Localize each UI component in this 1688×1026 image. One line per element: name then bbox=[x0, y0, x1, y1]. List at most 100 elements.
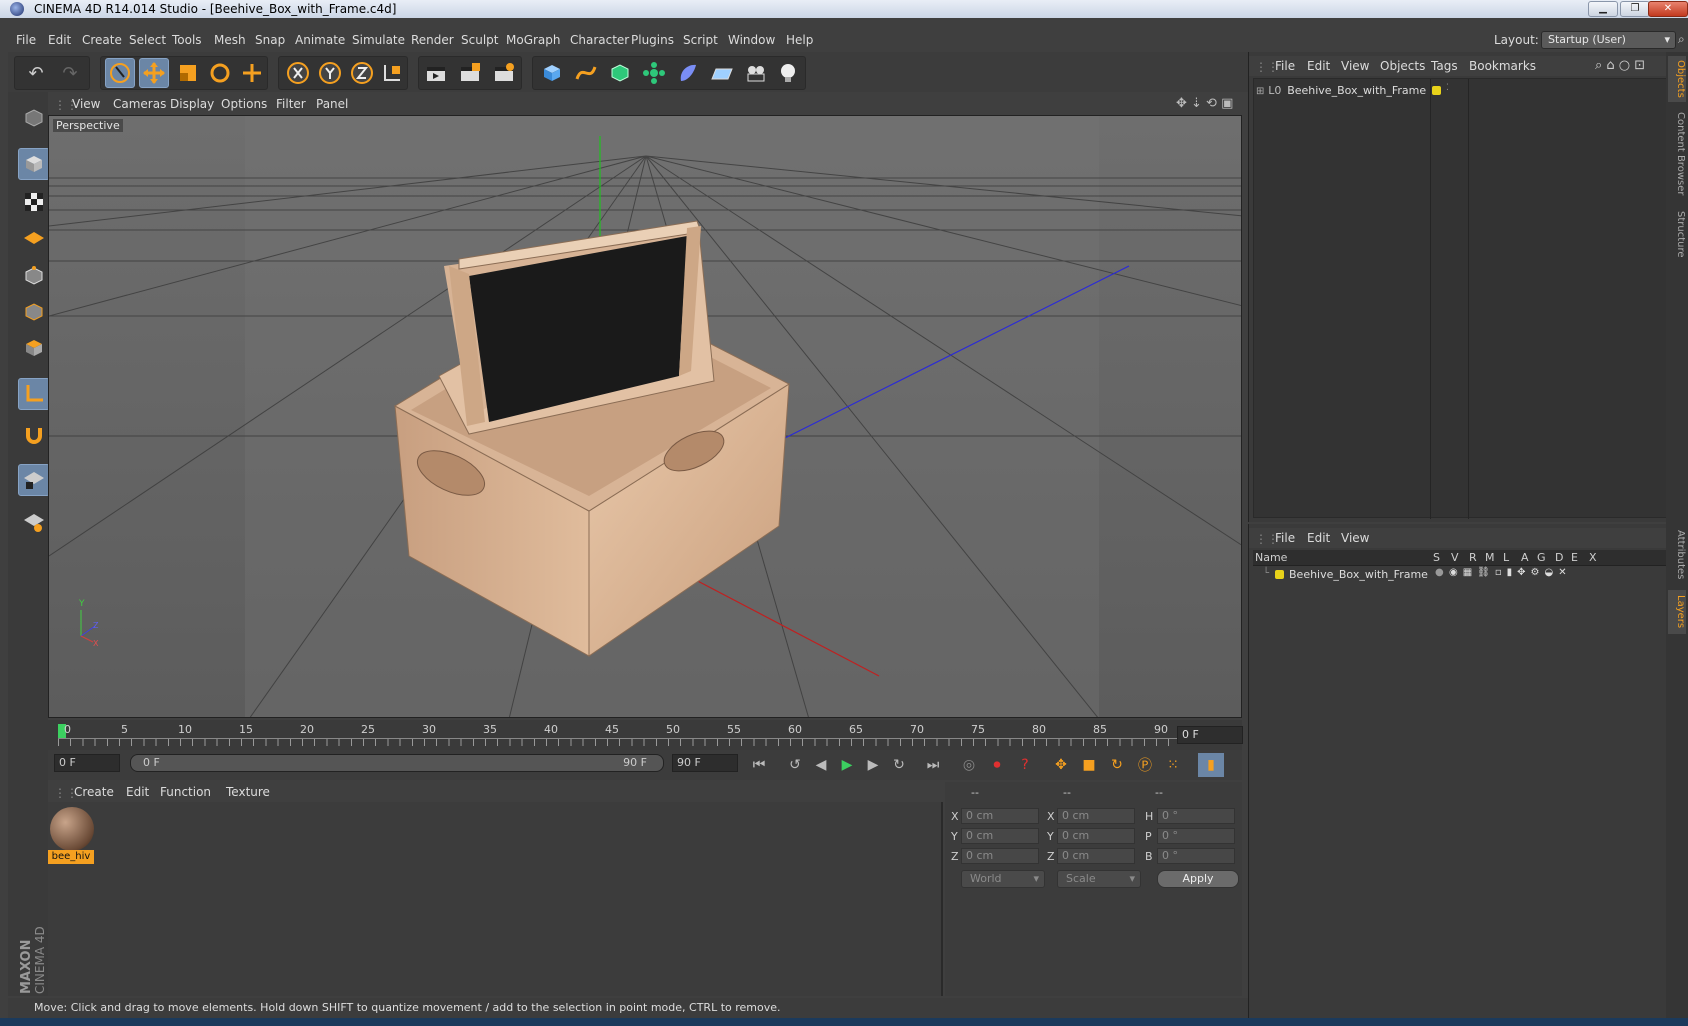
object-row[interactable]: ⊞ L0 Beehive_Box_with_Frame ⁚ bbox=[1256, 83, 1666, 99]
pos-y-field[interactable]: 0 cm bbox=[961, 828, 1039, 844]
material-menu-function[interactable]: Function bbox=[160, 785, 211, 799]
edges-mode-icon[interactable] bbox=[18, 296, 50, 328]
layers-menu-view[interactable]: View bbox=[1341, 531, 1369, 545]
objects-menu-bookmarks[interactable]: Bookmarks bbox=[1469, 59, 1536, 73]
menu-file[interactable]: File bbox=[16, 33, 36, 47]
size-mode-dropdown[interactable]: Scale ▾ bbox=[1057, 870, 1141, 888]
menu-edit[interactable]: Edit bbox=[48, 33, 71, 47]
floor-icon[interactable] bbox=[707, 58, 737, 88]
objects-menu-tags[interactable]: Tags bbox=[1431, 59, 1458, 73]
size-y-field[interactable]: 0 cm bbox=[1057, 828, 1135, 844]
points-mode-icon[interactable] bbox=[18, 260, 50, 292]
menu-select[interactable]: Select bbox=[129, 33, 166, 47]
current-frame-field[interactable]: 0 F bbox=[54, 754, 120, 772]
layers-menu-file[interactable]: File bbox=[1275, 531, 1295, 545]
tab-structure[interactable]: Structure bbox=[1668, 206, 1686, 262]
polygons-mode-icon[interactable] bbox=[18, 332, 50, 364]
expand-icon[interactable]: ⊞ bbox=[1256, 86, 1264, 97]
undo-icon[interactable]: ↶ bbox=[21, 58, 51, 88]
scale-tool-icon[interactable] bbox=[173, 58, 203, 88]
size-x-field[interactable]: 0 cm bbox=[1057, 808, 1135, 824]
menu-snap[interactable]: Snap bbox=[255, 33, 285, 47]
current-frame-indicator[interactable]: 0 F bbox=[1177, 726, 1243, 744]
object-name[interactable]: Beehive_Box_with_Frame bbox=[1287, 84, 1426, 97]
tab-objects[interactable]: Objects bbox=[1668, 56, 1686, 102]
menu-plugins[interactable]: Plugins bbox=[631, 33, 674, 47]
camera-icon[interactable] bbox=[741, 58, 771, 88]
layer-row[interactable]: └ Beehive_Box_with_Frame ● ◉▦⛓▫▮✥⚙◒✕ bbox=[1253, 567, 1667, 583]
apply-button[interactable]: Apply bbox=[1157, 870, 1239, 888]
col-solo[interactable]: S bbox=[1433, 551, 1440, 564]
solo-toggle-icon[interactable]: ● bbox=[1435, 567, 1444, 578]
deformer-icon[interactable] bbox=[673, 58, 703, 88]
search-icon[interactable]: ⌕ bbox=[1678, 32, 1685, 47]
light-icon[interactable] bbox=[773, 58, 803, 88]
viewport-nav-icons[interactable]: ✥ ⇣ ⟲ ▣ bbox=[1176, 96, 1233, 111]
spline-icon[interactable] bbox=[571, 58, 601, 88]
model-mode-icon[interactable] bbox=[18, 102, 50, 134]
redo-icon[interactable]: ↷ bbox=[55, 58, 85, 88]
material-name-label[interactable]: bee_hiv bbox=[48, 850, 94, 864]
end-frame-field[interactable]: 90 F bbox=[672, 754, 738, 772]
nurbs-icon[interactable] bbox=[605, 58, 635, 88]
go-to-end-icon[interactable]: ⏭ bbox=[920, 753, 946, 777]
tab-layers[interactable]: Layers bbox=[1668, 590, 1686, 634]
objects-menu-edit[interactable]: Edit bbox=[1307, 59, 1330, 73]
visibility-dots-icon[interactable]: ⁚ bbox=[1446, 83, 1449, 93]
tab-attributes[interactable]: Attributes bbox=[1668, 524, 1686, 586]
pos-z-field[interactable]: 0 cm bbox=[961, 848, 1039, 864]
tab-content-browser[interactable]: Content Browser bbox=[1668, 106, 1686, 202]
col-name[interactable]: Name bbox=[1255, 551, 1287, 564]
maximize-button[interactable]: ❐ bbox=[1620, 1, 1650, 17]
axis-mode-icon[interactable] bbox=[18, 378, 50, 410]
menu-mesh[interactable]: Mesh bbox=[214, 33, 246, 47]
object-mode-icon[interactable] bbox=[18, 148, 50, 180]
rot-h-field[interactable]: 0 ° bbox=[1157, 808, 1235, 824]
material-thumbnail[interactable] bbox=[50, 807, 94, 851]
menu-help[interactable]: Help bbox=[786, 33, 813, 47]
objects-menu-view[interactable]: View bbox=[1341, 59, 1369, 73]
3d-viewport[interactable]: Y Z X Perspective bbox=[48, 115, 1242, 718]
layer-toggle-icons[interactable]: ◉▦⛓▫▮✥⚙◒✕ bbox=[1449, 567, 1572, 578]
step-back-icon[interactable]: ◀ bbox=[808, 753, 834, 777]
viewport-menu-cameras[interactable]: Cameras bbox=[113, 97, 166, 111]
layer-name[interactable]: Beehive_Box_with_Frame bbox=[1289, 568, 1428, 581]
col-manager[interactable]: M bbox=[1485, 551, 1495, 564]
key-position-icon[interactable]: ✥ bbox=[1048, 753, 1074, 777]
key-rotation-icon[interactable]: ↻ bbox=[1104, 753, 1130, 777]
key-pla-icon[interactable]: ⁙ bbox=[1160, 753, 1186, 777]
rotate-tool-icon[interactable] bbox=[205, 58, 235, 88]
objects-search-home-icons[interactable]: ⌕ ⌂ ○ ⊡ bbox=[1595, 58, 1645, 73]
menu-mograph[interactable]: MoGraph bbox=[506, 33, 561, 47]
viewport-menu-panel[interactable]: Panel bbox=[316, 97, 348, 111]
menu-script[interactable]: Script bbox=[683, 33, 718, 47]
timeline-ruler[interactable]: 0 5 10 15 20 25 30 35 40 45 50 55 60 65 … bbox=[48, 720, 1242, 752]
snap-lock-icon[interactable] bbox=[18, 506, 50, 538]
col-view[interactable]: V bbox=[1451, 551, 1459, 564]
texture-mode-icon[interactable] bbox=[18, 186, 50, 218]
layer-color-swatch[interactable] bbox=[1275, 570, 1284, 579]
grid-lock-icon[interactable] bbox=[18, 464, 50, 496]
menu-tools[interactable]: Tools bbox=[172, 33, 202, 47]
col-locked[interactable]: L bbox=[1503, 551, 1509, 564]
col-generators[interactable]: G bbox=[1537, 551, 1546, 564]
render-picture-viewer-icon[interactable] bbox=[455, 58, 485, 88]
add-tool-icon[interactable] bbox=[237, 58, 267, 88]
close-button[interactable]: ✕ bbox=[1648, 1, 1688, 17]
col-animation[interactable]: A bbox=[1521, 551, 1529, 564]
size-z-field[interactable]: 0 cm bbox=[1057, 848, 1135, 864]
objects-menu-objects[interactable]: Objects bbox=[1380, 59, 1425, 73]
step-back-key-icon[interactable]: ↺ bbox=[782, 753, 808, 777]
x-axis-lock-icon[interactable] bbox=[283, 58, 313, 88]
key-parameter-icon[interactable]: Ⓟ bbox=[1132, 753, 1158, 777]
col-deformers[interactable]: D bbox=[1555, 551, 1563, 564]
viewport-menu-view[interactable]: View bbox=[72, 97, 100, 111]
go-to-start-icon[interactable]: ⏮ bbox=[746, 753, 772, 777]
move-tool-icon[interactable] bbox=[139, 58, 169, 88]
menu-render[interactable]: Render bbox=[411, 33, 454, 47]
timeline-window-icon[interactable]: ▮ bbox=[1198, 753, 1224, 777]
pos-x-field[interactable]: 0 cm bbox=[961, 808, 1039, 824]
record-keys-icon[interactable]: ◎ bbox=[956, 753, 982, 777]
play-icon[interactable]: ▶ bbox=[834, 753, 860, 777]
workplane-icon[interactable] bbox=[18, 222, 50, 254]
